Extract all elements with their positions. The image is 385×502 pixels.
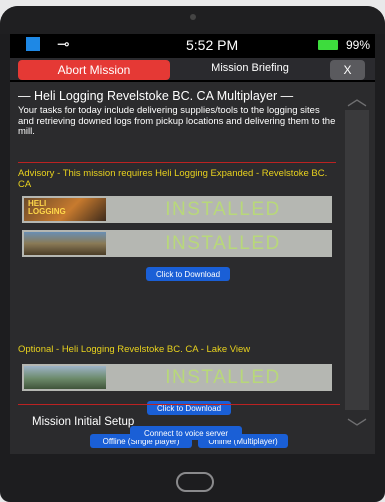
- battery-icon: [318, 40, 338, 50]
- scroll-up-icon[interactable]: ︿: [343, 82, 371, 110]
- installed-label: INSTALLED: [165, 233, 281, 254]
- mod-row-heli-logging: HELI LOGGING INSTALLED: [22, 196, 332, 223]
- mod-row-lake-view: INSTALLED: [22, 364, 332, 391]
- tablet-device: ⊸ 5:52 PM 99% Abort Mission Mission Brie…: [0, 6, 385, 502]
- mission-header: Abort Mission Mission Briefing X: [10, 58, 375, 80]
- close-button[interactable]: X: [330, 60, 365, 80]
- setup-title: Mission Initial Setup: [32, 416, 135, 428]
- tablet-bezel-top: [0, 6, 385, 34]
- mission-heading: — Heli Logging Revelstoke BC. CA Multipl…: [18, 89, 294, 103]
- plug-icon: ⊸: [57, 36, 70, 53]
- camera-icon: [190, 14, 196, 20]
- download-button[interactable]: Click to Download: [146, 267, 230, 281]
- mod-thumbnail: HELI LOGGING: [24, 198, 106, 221]
- home-button[interactable]: [176, 472, 214, 492]
- briefing-panel: ︿ ﹀ — Heli Logging Revelstoke BC. CA Mul…: [10, 82, 375, 454]
- scrollbar-track[interactable]: [345, 110, 369, 410]
- voice-server-button[interactable]: Connect to voice server: [130, 426, 242, 440]
- installed-label: INSTALLED: [165, 199, 281, 220]
- installed-label: INSTALLED: [165, 367, 281, 388]
- divider: [18, 404, 340, 405]
- divider: [18, 162, 336, 163]
- scroll-down-icon[interactable]: ﹀: [343, 412, 371, 440]
- status-time: 5:52 PM: [186, 37, 239, 53]
- screen: ⊸ 5:52 PM 99% Abort Mission Mission Brie…: [10, 34, 375, 454]
- mod-thumbnail: [24, 366, 106, 389]
- app-icon: [26, 37, 40, 51]
- optional-text: Optional - Heli Logging Revelstoke BC. C…: [18, 344, 251, 355]
- mission-description: Your tasks for today include delivering …: [18, 105, 336, 137]
- battery-percent: 99%: [346, 38, 371, 52]
- advisory-text: Advisory - This mission requires Heli Lo…: [18, 168, 328, 190]
- abort-mission-button[interactable]: Abort Mission: [18, 60, 170, 80]
- mod-row-revelstoke: INSTALLED: [22, 230, 332, 257]
- status-bar: ⊸ 5:52 PM 99%: [10, 34, 375, 58]
- mod-thumbnail: [24, 232, 106, 255]
- mission-briefing-title: Mission Briefing: [211, 62, 289, 74]
- mod-thumbnail-logo: HELI LOGGING: [28, 199, 66, 216]
